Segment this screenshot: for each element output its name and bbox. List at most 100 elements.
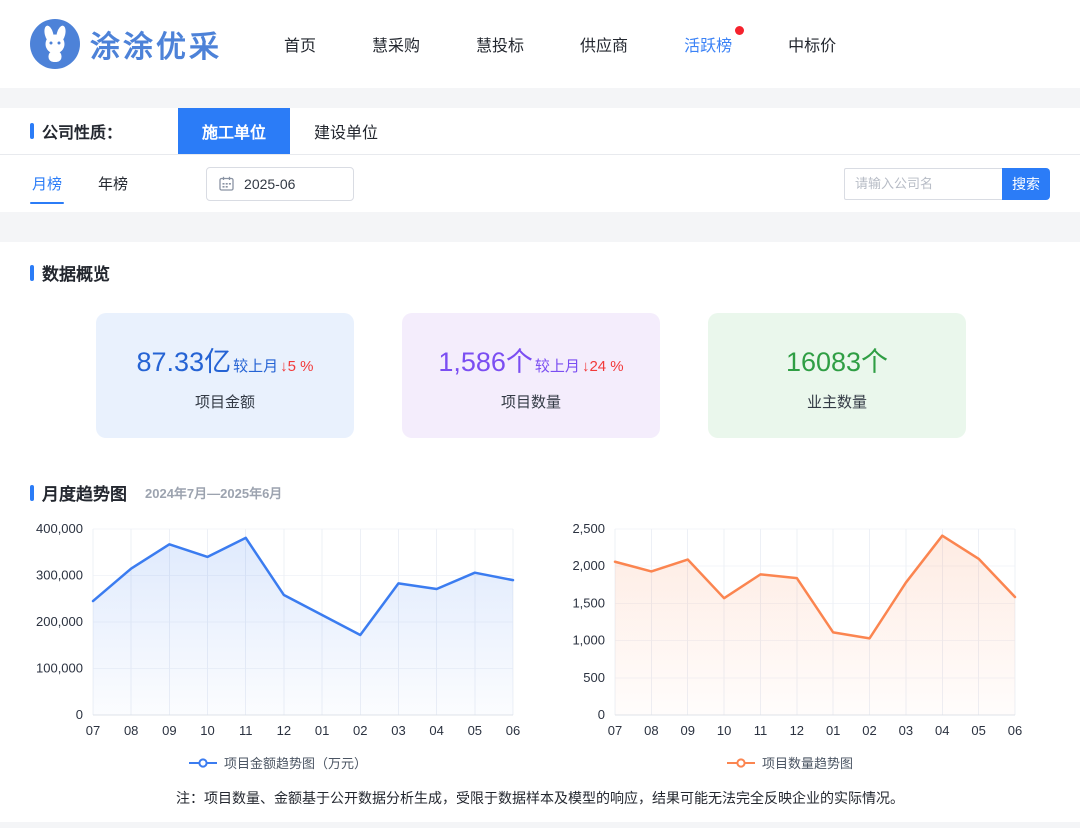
trend-title-text: 月度趋势图	[42, 480, 127, 505]
stat-card-project-count: 1,586个 较上月 ↓24 % 项目数量	[402, 313, 660, 438]
svg-text:1,000: 1,000	[572, 633, 605, 648]
svg-text:12: 12	[790, 723, 804, 738]
svg-text:08: 08	[124, 723, 138, 738]
overview-title-text: 数据概览	[42, 260, 110, 285]
red-dot-badge	[735, 26, 744, 35]
nav-item-bidding[interactable]: 慧投标	[476, 32, 524, 56]
stat-card-owner-count: 16083个 业主数量	[708, 313, 966, 438]
footer-strip	[0, 822, 1080, 828]
stat-card-project-amount: 87.33亿 较上月 ↓5 % 项目金额	[96, 313, 354, 438]
svg-text:200,000: 200,000	[36, 614, 83, 629]
calendar-icon	[219, 176, 234, 191]
overview-section-title: 数据概览	[0, 260, 1080, 285]
svg-text:300,000: 300,000	[36, 568, 83, 583]
count-trend-chart: 0 500 1,000 1,500 2,000 2,500 07 08 09 10 11 12 01 02…	[534, 515, 1046, 772]
separator-band	[0, 88, 1080, 108]
month-picker-value: 2025-06	[244, 176, 295, 192]
svg-text:05: 05	[468, 723, 482, 738]
legend-label: 项目数量趋势图	[762, 753, 853, 772]
company-type-label-text: 公司性质：	[42, 119, 122, 143]
legend-label: 项目金额趋势图（万元）	[224, 753, 367, 772]
svg-text:11: 11	[239, 723, 253, 738]
svg-text:2,500: 2,500	[572, 521, 605, 536]
nav-item-active-ranking-label: 活跃榜	[684, 38, 732, 55]
svg-text:11: 11	[754, 723, 768, 738]
svg-text:03: 03	[391, 723, 405, 738]
nav-item-winning-price[interactable]: 中标价	[788, 32, 836, 56]
trend-section-title: 月度趋势图 2024年7月—2025年6月	[0, 480, 1080, 505]
trend-charts: 0 100,000 200,000 300,000 400,000 07 08 09 10 11 1…	[0, 505, 1080, 772]
stat-delta: ↓5 %	[280, 358, 313, 375]
svg-text:04: 04	[429, 723, 443, 738]
svg-text:07: 07	[608, 723, 622, 738]
stat-label: 业主数量	[807, 391, 867, 412]
company-type-filter-row: 公司性质： 施工单位 建设单位	[0, 108, 1080, 155]
title-accent-bar	[30, 123, 34, 139]
nav-item-procurement[interactable]: 慧采购	[372, 32, 420, 56]
stat-compare-label: 较上月	[233, 355, 278, 376]
brand-name: 涂涂优采	[90, 22, 222, 66]
separator-band	[0, 212, 1080, 242]
rabbit-logo-icon	[30, 19, 80, 69]
svg-text:01: 01	[826, 723, 840, 738]
svg-text:0: 0	[598, 707, 605, 722]
tab-monthly-rank[interactable]: 月榜	[30, 167, 64, 200]
count-trend-plot: 0 500 1,000 1,500 2,000 2,500 07 08 09 10 11 12 01 02…	[551, 515, 1029, 743]
svg-text:06: 06	[1008, 723, 1022, 738]
svg-text:03: 03	[899, 723, 913, 738]
legend-marker-orange-icon	[727, 758, 755, 768]
svg-text:04: 04	[935, 723, 949, 738]
trend-subtitle: 2024年7月—2025年6月	[145, 483, 282, 502]
main-content: 数据概览 87.33亿 较上月 ↓5 % 项目金额 1,586个 较上月 ↓24…	[0, 242, 1080, 828]
nav-item-home[interactable]: 首页	[284, 32, 316, 56]
svg-text:500: 500	[583, 670, 605, 685]
stat-delta: ↓24 %	[582, 358, 624, 375]
nav-item-supplier[interactable]: 供应商	[580, 32, 628, 56]
ranking-controls-row: 月榜 年榜 2025-06 搜索	[0, 155, 1080, 212]
amount-trend-chart: 0 100,000 200,000 300,000 400,000 07 08 09 10 11 1…	[22, 515, 534, 772]
company-search: 搜索	[844, 168, 1050, 200]
tab-construction-unit[interactable]: 施工单位	[178, 108, 290, 154]
svg-text:02: 02	[353, 723, 367, 738]
stat-value: 16083个	[786, 340, 888, 379]
title-accent-bar	[30, 485, 34, 501]
count-trend-legend[interactable]: 项目数量趋势图	[727, 753, 853, 772]
svg-text:06: 06	[506, 723, 520, 738]
svg-text:02: 02	[862, 723, 876, 738]
svg-text:09: 09	[162, 723, 176, 738]
stat-value: 87.33亿	[137, 340, 232, 379]
svg-text:100,000: 100,000	[36, 661, 83, 676]
svg-text:07: 07	[86, 723, 100, 738]
amount-trend-legend[interactable]: 项目金额趋势图（万元）	[189, 753, 367, 772]
svg-text:10: 10	[200, 723, 214, 738]
month-picker[interactable]: 2025-06	[206, 167, 354, 201]
main-nav: 首页 慧采购 慧投标 供应商 活跃榜 中标价	[284, 32, 836, 56]
svg-text:09: 09	[680, 723, 694, 738]
svg-text:01: 01	[315, 723, 329, 738]
stat-value: 1,586个	[438, 340, 533, 379]
svg-text:0: 0	[76, 707, 83, 722]
tab-development-unit[interactable]: 建设单位	[290, 108, 402, 154]
nav-item-active-ranking[interactable]: 活跃榜	[684, 32, 732, 56]
brand-logo[interactable]: 涂涂优采	[30, 19, 222, 69]
svg-text:400,000: 400,000	[36, 521, 83, 536]
amount-trend-plot: 0 100,000 200,000 300,000 400,000 07 08 09 10 11 1…	[29, 515, 527, 743]
svg-text:12: 12	[277, 723, 291, 738]
search-button[interactable]: 搜索	[1002, 168, 1050, 200]
legend-marker-blue-icon	[189, 758, 217, 768]
svg-text:10: 10	[717, 723, 731, 738]
stat-compare-label: 较上月	[535, 355, 580, 376]
svg-text:05: 05	[971, 723, 985, 738]
svg-text:08: 08	[644, 723, 658, 738]
stat-label: 项目数量	[501, 391, 561, 412]
svg-text:1,500: 1,500	[572, 595, 605, 610]
company-search-input[interactable]	[844, 168, 1002, 200]
disclaimer-note: 注：项目数量、金额基于公开数据分析生成，受限于数据样本及模型的响应，结果可能无法…	[0, 788, 1080, 808]
overview-cards: 87.33亿 较上月 ↓5 % 项目金额 1,586个 较上月 ↓24 % 项目…	[96, 313, 1080, 438]
company-type-label: 公司性质：	[0, 108, 122, 154]
title-accent-bar	[30, 265, 34, 281]
top-header: 涂涂优采 首页 慧采购 慧投标 供应商 活跃榜 中标价	[0, 0, 1080, 88]
svg-text:2,000: 2,000	[572, 558, 605, 573]
tab-yearly-rank[interactable]: 年榜	[96, 167, 130, 200]
stat-label: 项目金额	[195, 391, 255, 412]
